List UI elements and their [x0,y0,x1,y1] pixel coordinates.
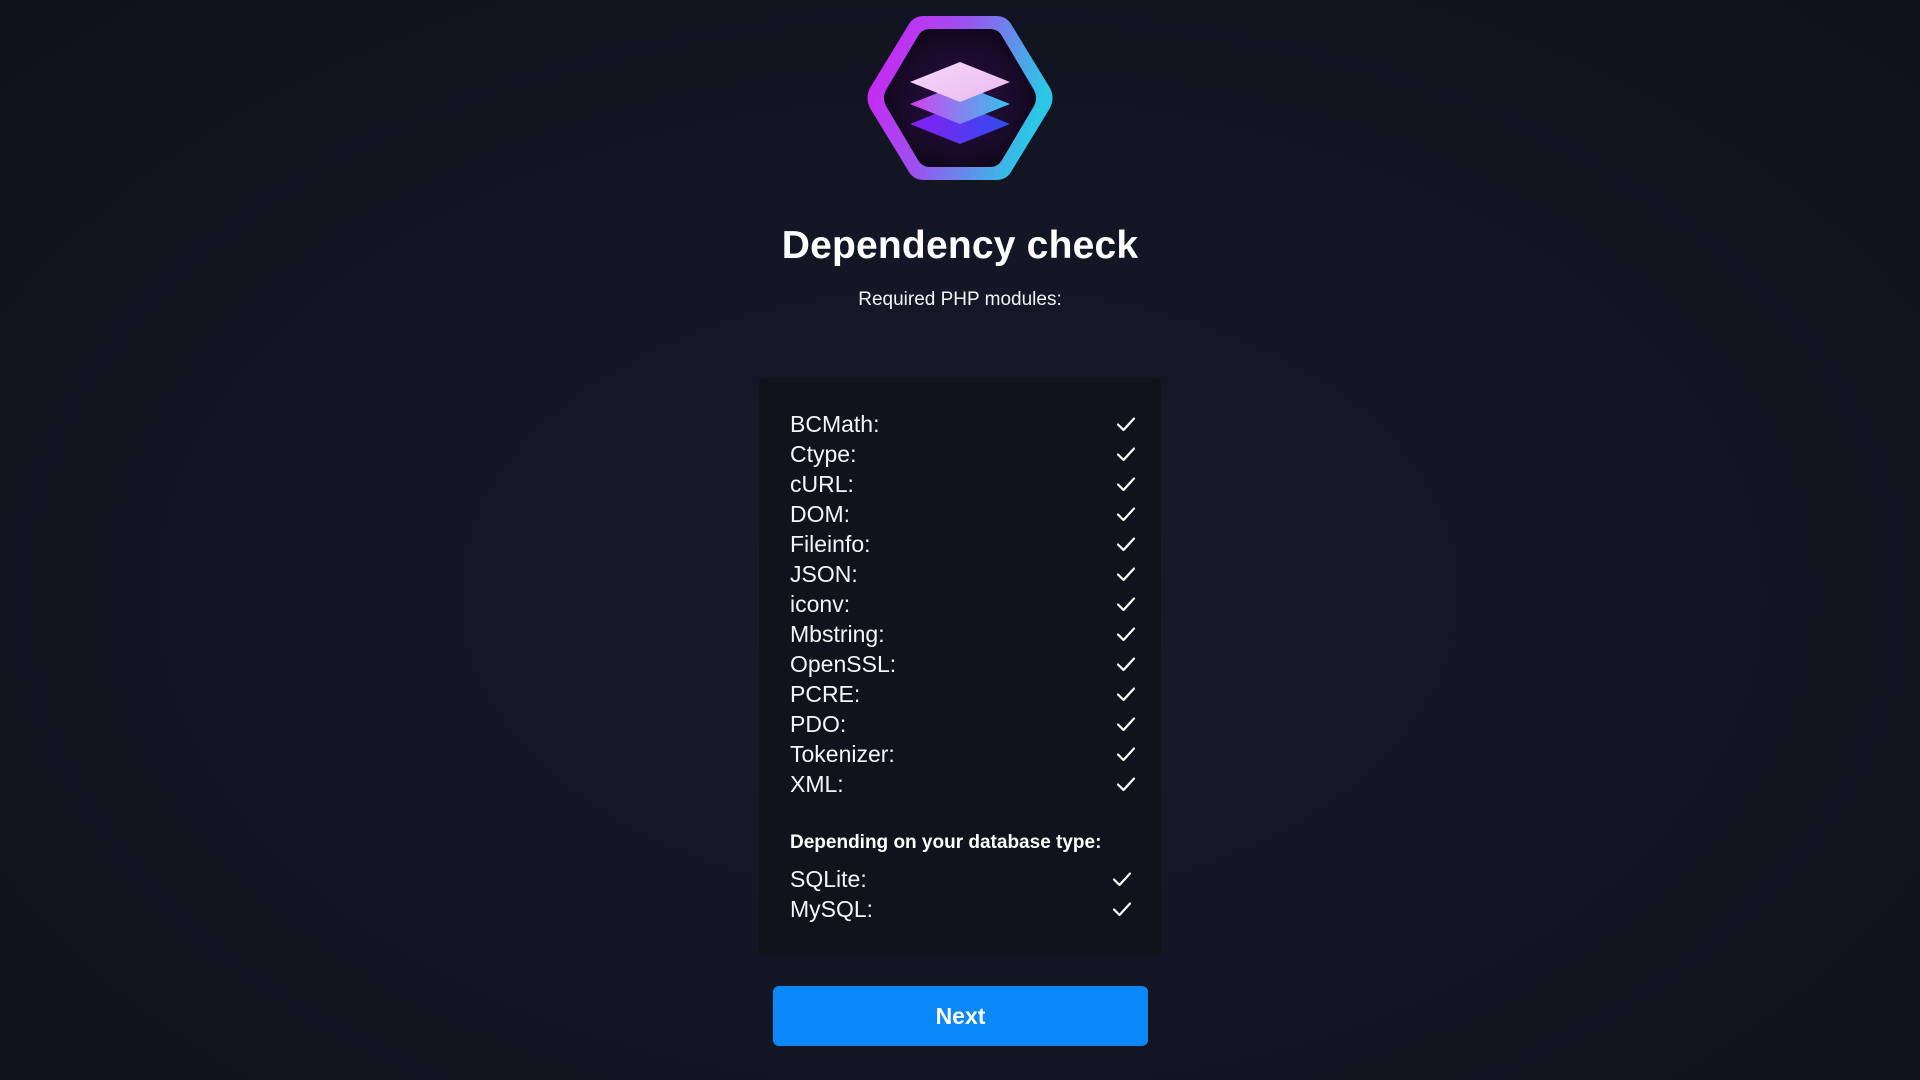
module-label: XML: [790,770,844,797]
module-label: iconv: [790,590,851,617]
module-label: Fileinfo: [790,530,871,557]
module-row: Tokenizer: [790,739,1137,769]
module-label: Ctype: [790,440,857,467]
page-title: Dependency check [781,224,1139,267]
module-row: OpenSSL: [790,649,1137,679]
next-button[interactable]: Next [773,986,1148,1046]
check-icon [1116,447,1136,462]
check-icon [1116,777,1136,792]
check-icon [1116,597,1136,612]
module-row: Mbstring: [790,619,1137,649]
module-row: Fileinfo: [790,529,1137,559]
module-row: PDO: [790,709,1137,739]
module-list: BCMath: Ctype: cURL: DOM: Fileinfo: JSON… [790,409,1137,799]
module-row: cURL: [790,469,1137,499]
module-label: PCRE: [790,680,861,707]
module-row: PCRE: [790,679,1137,709]
check-icon [1116,477,1136,492]
dependency-panel: BCMath: Ctype: cURL: DOM: Fileinfo: JSON… [759,378,1161,956]
check-icon [1116,717,1136,732]
logo-icon [867,16,1053,180]
module-row: JSON: [790,559,1137,589]
database-section-heading: Depending on your database type: [790,832,1102,853]
module-label: JSON: [790,560,858,587]
check-icon [1112,872,1132,887]
module-row: XML: [790,769,1137,799]
module-row: BCMath: [790,409,1137,439]
database-row: SQLite: [790,864,1137,894]
database-list: SQLite: MySQL: [790,864,1137,924]
check-icon [1116,417,1136,432]
module-label: cURL: [790,470,854,497]
check-icon [1116,687,1136,702]
module-label: DOM: [790,500,851,527]
module-row: iconv: [790,589,1137,619]
check-icon [1116,627,1136,642]
database-label: SQLite: [790,865,867,892]
module-row: Ctype: [790,439,1137,469]
check-icon [1116,507,1136,522]
database-label: MySQL: [790,895,874,922]
module-label: OpenSSL: [790,650,897,677]
check-icon [1116,567,1136,582]
database-row: MySQL: [790,894,1137,924]
module-label: PDO: [790,710,847,737]
check-icon [1116,747,1136,762]
module-label: Tokenizer: [790,740,895,767]
check-icon [1116,537,1136,552]
check-icon [1116,657,1136,672]
page-subtitle: Required PHP modules: [858,289,1062,310]
module-row: DOM: [790,499,1137,529]
module-label: BCMath: [790,410,880,437]
module-label: Mbstring: [790,620,885,647]
check-icon [1112,902,1132,917]
